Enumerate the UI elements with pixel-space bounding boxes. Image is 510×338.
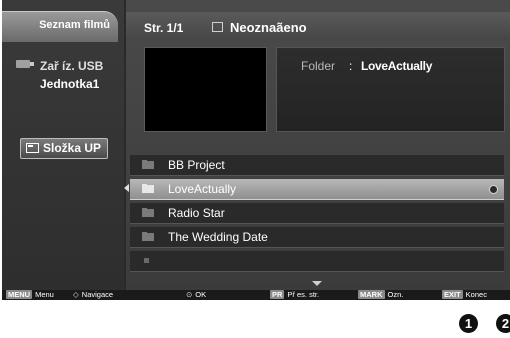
folder-icon xyxy=(142,184,154,193)
preview-thumbnail xyxy=(144,47,267,132)
mark-key: MARK xyxy=(358,290,385,299)
list-item[interactable]: BB Project xyxy=(130,155,504,176)
menu-key: MENU xyxy=(6,290,33,299)
mark-status: Neoznaãeno xyxy=(230,20,307,35)
mark-label: Ozn. xyxy=(387,290,404,299)
folder-up-icon xyxy=(26,143,39,153)
scroll-down-icon[interactable] xyxy=(312,281,322,286)
main-panel: Str. 1/1 Neoznaãeno Folder : LoveActuall… xyxy=(124,0,510,290)
folder-icon xyxy=(142,232,154,241)
nav-label: Navigace xyxy=(81,290,114,299)
left-arrow-icon xyxy=(124,184,129,192)
sidebar-title: Seznam filmů xyxy=(39,19,110,31)
usb-drive-icon xyxy=(16,60,34,68)
status-bar: MENU Menu ◇ Navigace ⊙ OK PR Př es. str. MAR… xyxy=(2,290,510,300)
ok-hint: ⊙ OK xyxy=(186,290,206,299)
callout-2: 2 xyxy=(496,314,510,333)
folder-colon: : xyxy=(349,59,353,73)
nav-icon: ◇ xyxy=(73,290,79,299)
page-label: Př es. str. xyxy=(287,290,320,299)
checkbox-icon xyxy=(212,22,223,32)
list-item[interactable]: The Wedding Date xyxy=(130,227,504,248)
selected-dot-icon xyxy=(489,185,498,194)
folder-icon xyxy=(142,160,154,169)
callout-1: 1 xyxy=(459,314,478,333)
device-label: Zař íz. USB xyxy=(40,59,104,73)
list-item-label: The Wedding Date xyxy=(168,230,268,244)
folder-label: Folder xyxy=(301,59,336,73)
folder-value: LoveActually xyxy=(361,59,433,73)
ok-label: OK xyxy=(195,290,207,299)
nav-hint: ◇ Navigace xyxy=(73,290,113,299)
page-key: PR xyxy=(270,290,285,299)
menu-hint: MENU Menu xyxy=(6,290,54,299)
exit-label: Konec xyxy=(465,290,487,299)
mark-hint: MARK Ozn. xyxy=(358,290,403,299)
top-bar: Str. 1/1 Neoznaãeno xyxy=(126,12,510,40)
list-item[interactable]: Radio Star xyxy=(130,203,504,224)
exit-hint: EXIT Konec xyxy=(442,290,487,299)
folder-up-button[interactable]: Složka UP xyxy=(20,138,108,159)
info-panel: Folder : LoveActually xyxy=(276,47,505,132)
device-name[interactable]: Jednotka1 xyxy=(40,77,99,91)
file-list: BB Project LoveActually Radio Star The W… xyxy=(124,155,504,280)
tv-screen: Seznam filmů Zař íz. USB Jednotka1 Složk… xyxy=(2,0,510,300)
ok-icon: ⊙ xyxy=(186,290,193,299)
folder-up-label: Složka UP xyxy=(43,141,102,155)
exit-key: EXIT xyxy=(442,290,463,299)
page-indicator: Str. 1/1 xyxy=(144,21,184,35)
list-item-label: BB Project xyxy=(168,158,225,172)
menu-label: Menu xyxy=(35,290,54,299)
page-hint: PR Př es. str. xyxy=(270,290,319,299)
list-item-label: LoveActually xyxy=(168,182,237,196)
list-item-label: Radio Star xyxy=(168,206,225,220)
empty-slot-icon xyxy=(144,258,149,263)
list-item xyxy=(130,251,504,272)
sidebar-tab: Seznam filmů xyxy=(2,11,118,42)
sidebar: Seznam filmů Zař íz. USB Jednotka1 Složk… xyxy=(2,0,124,290)
folder-icon xyxy=(142,208,154,217)
list-item-selected[interactable]: LoveActually xyxy=(124,179,504,200)
